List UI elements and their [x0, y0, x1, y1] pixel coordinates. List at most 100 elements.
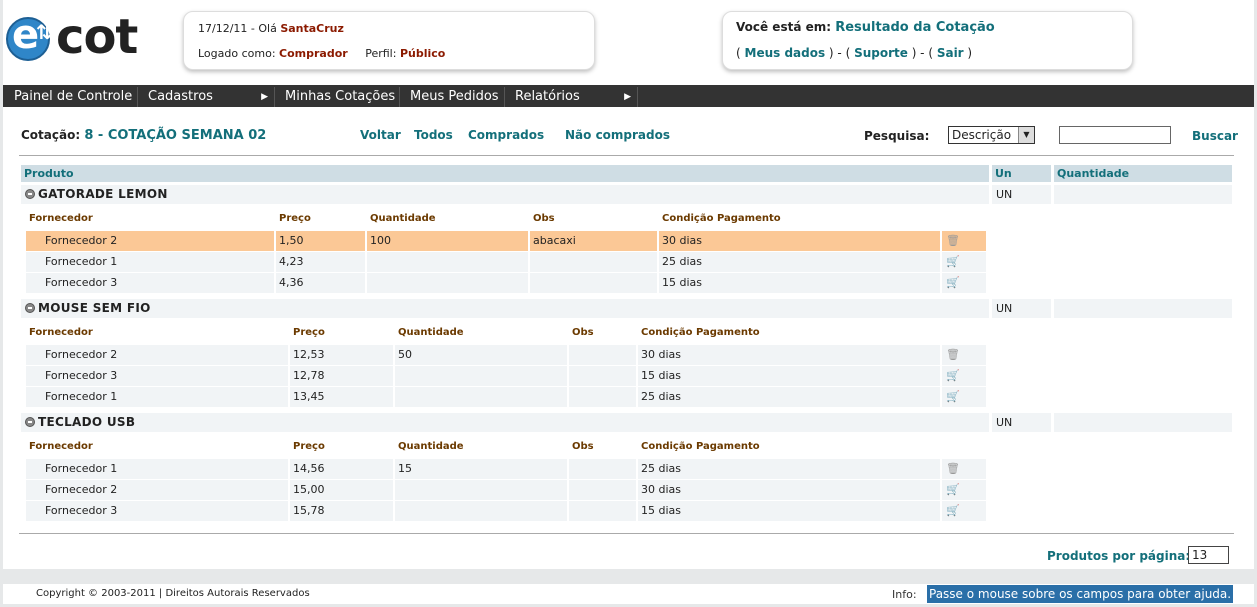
- trash-icon[interactable]: 🗑: [946, 463, 960, 475]
- cell-obs: [569, 501, 638, 521]
- supplier-row[interactable]: Fornecedor 2 1,50 100 abacaxi 30 dias 🗑: [26, 231, 986, 251]
- info-help-text: Passe o mouse sobre os campos para obter…: [927, 585, 1234, 603]
- info-label: Info:: [892, 588, 917, 601]
- cell-condicao: 30 dias: [659, 231, 942, 251]
- cart-icon[interactable]: 🛒: [946, 277, 960, 289]
- cell-obs: [569, 366, 638, 386]
- ecot-logo[interactable]: e ⇅ cot: [6, 9, 151, 65]
- app-window: e ⇅ cot 17/12/11 - Olá SantaCruz Logado …: [0, 0, 1257, 607]
- table-header: Produto Un Quantidade: [21, 165, 1232, 182]
- user-name: SantaCruz: [280, 22, 344, 35]
- supplier-row[interactable]: Fornecedor 3 4,36 15 dias 🛒: [26, 273, 986, 293]
- cell-fornecedor: Fornecedor 2: [26, 345, 290, 365]
- menu-painel-de-controle[interactable]: Painel de Controle: [4, 87, 138, 107]
- cart-icon[interactable]: 🛒: [946, 256, 960, 268]
- cell-obs: [530, 252, 659, 272]
- location-box: Você está em: Resultado da Cotação ( Meu…: [722, 11, 1133, 70]
- collapse-icon[interactable]: [25, 303, 35, 313]
- location-label: Você está em:: [736, 20, 832, 34]
- header-quantidade: Quantidade: [1054, 165, 1232, 182]
- cell-obs: [569, 345, 638, 365]
- product-unit: UN: [992, 185, 1051, 204]
- supplier-row[interactable]: Fornecedor 1 14,56 15 25 dias 🗑: [26, 459, 986, 479]
- product-row[interactable]: MOUSE SEM FIO UN: [21, 299, 1232, 318]
- supplier-row[interactable]: Fornecedor 2 12,53 50 30 dias 🗑: [26, 345, 986, 365]
- menu-meus-pedidos[interactable]: Meus Pedidos: [400, 87, 505, 107]
- product-name: GATORADE LEMON: [21, 185, 989, 204]
- sub-header-fornecedor: Fornecedor: [29, 441, 93, 452]
- sub-header-obs: Obs: [572, 441, 594, 452]
- cart-icon[interactable]: 🛒: [946, 391, 960, 403]
- header-un: Un: [992, 165, 1051, 182]
- cell-quantidade: [395, 387, 569, 407]
- frame-edge: [0, 0, 3, 607]
- supplier-row[interactable]: Fornecedor 3 15,78 15 dias 🛒: [26, 501, 986, 521]
- collapse-icon[interactable]: [25, 417, 35, 427]
- comprados-link[interactable]: Comprados: [468, 128, 544, 142]
- sub-header-obs: Obs: [572, 327, 594, 338]
- cell-condicao: 25 dias: [659, 252, 942, 272]
- cart-icon[interactable]: 🛒: [946, 484, 960, 496]
- cart-icon[interactable]: 🛒: [946, 505, 960, 517]
- search-input[interactable]: [1059, 126, 1171, 144]
- per-page-input[interactable]: 13: [1188, 546, 1229, 564]
- cell-condicao: 25 dias: [638, 459, 942, 479]
- divider: [19, 533, 1234, 534]
- menu-relatorios[interactable]: Relatórios ▶: [505, 87, 638, 107]
- sair-link[interactable]: Sair: [937, 46, 964, 60]
- trash-icon[interactable]: 🗑: [946, 235, 960, 247]
- buscar-button[interactable]: Buscar: [1192, 129, 1238, 143]
- divider: [19, 155, 1234, 156]
- supplier-row[interactable]: Fornecedor 3 12,78 15 dias 🛒: [26, 366, 986, 386]
- cell-preco: 4,36: [276, 273, 367, 293]
- cell-quantidade: [395, 501, 569, 521]
- chevron-down-icon[interactable]: ▼: [1018, 127, 1034, 143]
- profile-value: Público: [399, 47, 446, 60]
- sub-header-preco: Preço: [279, 213, 311, 224]
- logged-as-label: Logado como:: [198, 47, 276, 60]
- search-field-select[interactable]: Descrição ▼: [948, 126, 1035, 144]
- cell-obs: [569, 387, 638, 407]
- collapse-icon[interactable]: [25, 189, 35, 199]
- cell-quantidade: [395, 366, 569, 386]
- cell-preco: 15,00: [290, 480, 395, 500]
- nao-comprados-link[interactable]: Não comprados: [565, 128, 670, 142]
- product-row[interactable]: TECLADO USB UN: [21, 413, 1232, 432]
- logged-as-value: Comprador: [279, 47, 348, 60]
- product-row[interactable]: GATORADE LEMON UN: [21, 185, 1232, 204]
- cell-obs: [569, 459, 638, 479]
- account-links: ( Meus dados ) - ( Suporte ) - ( Sair ): [736, 46, 973, 60]
- supplier-row[interactable]: Fornecedor 1 13,45 25 dias 🛒: [26, 387, 986, 407]
- login-line: Logado como: Comprador Perfil: Público: [198, 47, 445, 60]
- cell-preco: 13,45: [290, 387, 395, 407]
- cell-obs: abacaxi: [530, 231, 659, 251]
- header-produto: Produto: [21, 165, 989, 182]
- cell-obs: [569, 480, 638, 500]
- supplier-row[interactable]: Fornecedor 2 15,00 30 dias 🛒: [26, 480, 986, 500]
- quote-toolbar: Cotação: 8 - COTAÇÃO SEMANA 02 Voltar To…: [0, 122, 1257, 148]
- trash-icon[interactable]: 🗑: [946, 349, 960, 361]
- cell-condicao: 30 dias: [638, 345, 942, 365]
- sub-header-quantidade: Quantidade: [398, 327, 464, 338]
- sub-header-fornecedor: Fornecedor: [29, 213, 93, 224]
- cell-quantidade: [367, 252, 530, 272]
- cart-icon[interactable]: 🛒: [946, 370, 960, 382]
- cell-fornecedor: Fornecedor 3: [26, 501, 290, 521]
- todos-link[interactable]: Todos: [414, 128, 453, 142]
- suporte-link[interactable]: Suporte: [854, 46, 908, 60]
- cell-condicao: 25 dias: [638, 387, 942, 407]
- supplier-row[interactable]: Fornecedor 1 4,23 25 dias 🛒: [26, 252, 986, 272]
- sub-header-preco: Preço: [293, 441, 325, 452]
- menu-cadastros[interactable]: Cadastros ▶: [138, 87, 275, 107]
- meus-dados-link[interactable]: Meus dados: [745, 46, 826, 60]
- voltar-link[interactable]: Voltar: [360, 128, 401, 142]
- main-menu: Painel de Controle Cadastros ▶ Minhas Cot…: [0, 85, 1257, 107]
- sub-header-condicao: Condição Pagamento: [641, 327, 760, 338]
- menu-minhas-cotacoes[interactable]: Minhas Cotações: [275, 87, 400, 107]
- sub-header-obs: Obs: [533, 213, 555, 224]
- product-quantity: [1054, 185, 1232, 204]
- profile-label: Perfil:: [365, 47, 397, 60]
- cell-preco: 12,78: [290, 366, 395, 386]
- cell-quantidade: [395, 480, 569, 500]
- cell-quantidade: 15: [395, 459, 569, 479]
